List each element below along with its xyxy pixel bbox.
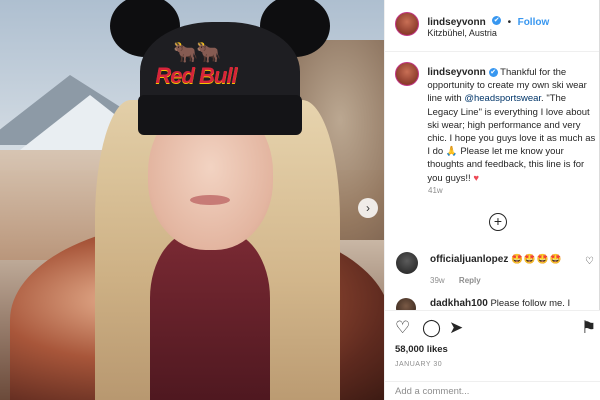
heart-emoji-icon: ♥ [473,172,479,184]
separator-dot: • [507,17,512,28]
chevron-right-icon[interactable]: › [358,198,378,218]
like-icon[interactable]: ♡ [395,319,410,337]
caption-avatar[interactable] [395,62,420,86]
comment-meta: 39w Reply [430,276,493,285]
follow-button[interactable]: Follow [518,17,550,28]
comment-text: officialjuanlopez 🤩🤩🤩🤩 [430,254,562,265]
caption-mention-link[interactable]: @headsportswear [464,93,541,104]
caption-body-end: . "The Legacy Line" is everything I love… [427,93,596,184]
post-date[interactable]: JANUARY 30 [395,361,442,368]
photo-lips [190,195,230,205]
comment-item: dadkhah100 Please follow me. I [396,298,596,310]
likes-count[interactable]: 58,000 likes [395,344,448,355]
post-location[interactable]: Kitzbühel, Austria [427,28,497,38]
caption-text: lindseyvonn ✔ Thankful for the opportunit… [427,66,597,185]
load-more-comments-icon[interactable]: + [489,213,507,231]
photo-turtleneck [150,230,270,400]
comment-body: Please follow me. I [490,298,571,309]
caption-username[interactable]: lindseyvonn [427,67,485,78]
add-comment-bar [385,381,600,400]
post-actions: ♡ ◯ ➤ ⚑ 58,000 likes JANUARY 30 [385,310,600,400]
post-header: lindseyvonn ✔ • Follow Kitzbühel, Austri… [385,0,599,52]
commenter-avatar[interactable] [396,252,418,274]
caption-timestamp[interactable]: 41w [428,186,443,195]
comment-like-icon[interactable]: ♡ [585,256,594,267]
post-photo[interactable]: 🐂🐂 Red Bull › [0,0,385,400]
commenter-avatar[interactable] [396,298,416,310]
author-avatar[interactable] [395,12,420,36]
comment-icon[interactable]: ◯ [422,319,441,337]
bulls-icon: 🐂🐂 [173,42,221,64]
commenter-username[interactable]: dadkhah100 [430,298,488,309]
commenter-username[interactable]: officialjuanlopez [430,254,508,265]
red-bull-logo: 🐂🐂 Red Bull [152,42,240,104]
comment-text: dadkhah100 Please follow me. I [430,298,570,309]
author-username[interactable]: lindseyvonn [427,17,485,28]
share-icon[interactable]: ➤ [449,319,463,337]
bookmark-icon[interactable]: ⚑ [581,319,596,337]
comment-timestamp[interactable]: 39w [430,276,445,285]
add-comment-input[interactable] [395,386,590,397]
verified-badge-icon: ✔ [488,67,498,77]
comment-body: 🤩🤩🤩🤩 [510,254,563,265]
reply-button[interactable]: Reply [459,276,481,285]
verified-badge-icon: ✔ [492,16,502,26]
red-bull-logo-text: Red Bull [155,63,237,88]
